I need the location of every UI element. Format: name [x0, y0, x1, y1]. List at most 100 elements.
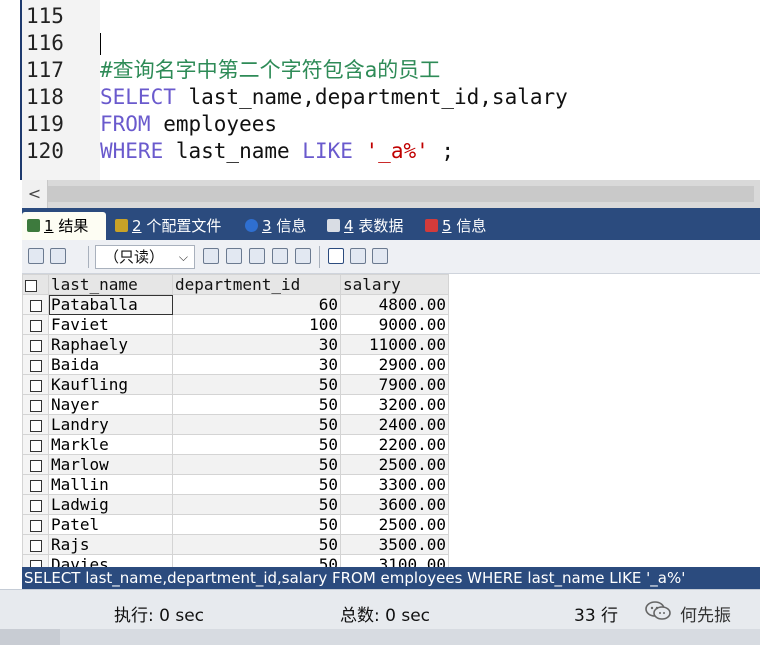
readonly-mode-select[interactable]: （只读） ⌵	[95, 245, 195, 269]
row-checkbox[interactable]	[22, 354, 49, 375]
sql-editor[interactable]: 115 116 117 #查询名字中第二个字符包含a的员工 118 SELECT last…	[0, 0, 760, 180]
row-checkbox[interactable]	[22, 454, 49, 475]
cell-department-id[interactable]: 50	[172, 374, 341, 395]
column-header-department-id[interactable]: department_id	[172, 274, 341, 295]
code-line[interactable]: 119 FROM employees	[0, 111, 760, 138]
cell-department-id[interactable]: 30	[172, 334, 341, 355]
grid-menu-icon[interactable]	[50, 248, 66, 264]
table-row[interactable]: Baida 30 2900.00	[22, 354, 449, 375]
cell-department-id[interactable]: 50	[172, 554, 341, 567]
row-checkbox[interactable]	[22, 314, 49, 335]
cell-salary[interactable]: 3500.00	[340, 534, 449, 555]
code-line[interactable]: 116	[0, 30, 760, 57]
cell-department-id[interactable]: 50	[172, 434, 341, 455]
cell-department-id[interactable]: 60	[172, 294, 341, 315]
cell-last-name[interactable]: Marlow	[48, 454, 173, 475]
table-row[interactable]: Ladwig 50 3600.00	[22, 494, 449, 515]
cell-salary[interactable]: 4800.00	[340, 294, 449, 315]
cell-department-id[interactable]: 30	[172, 354, 341, 375]
code-line[interactable]: 118 SELECT last_name,department_id,salary	[0, 84, 760, 111]
grid-view-icon[interactable]	[328, 248, 344, 264]
cell-last-name[interactable]: Davies	[48, 554, 173, 567]
cell-salary[interactable]: 2500.00	[340, 454, 449, 475]
row-checkbox[interactable]	[22, 434, 49, 455]
cell-department-id[interactable]: 50	[172, 394, 341, 415]
row-checkbox[interactable]	[22, 534, 49, 555]
cell-department-id[interactable]: 50	[172, 494, 341, 515]
cell-last-name[interactable]: Pataballa	[48, 294, 173, 315]
cell-salary[interactable]: 9000.00	[340, 314, 449, 335]
editor-horizontal-scrollbar[interactable]: <	[22, 180, 760, 208]
row-checkbox[interactable]	[22, 294, 49, 315]
table-row[interactable]: Kaufling 50 7900.00	[22, 374, 449, 395]
cell-department-id[interactable]: 50	[172, 414, 341, 435]
text-view-icon[interactable]	[372, 248, 388, 264]
table-row[interactable]: Nayer 50 3200.00	[22, 394, 449, 415]
table-row[interactable]: Davies 50 3100.00	[22, 554, 449, 567]
tab-profile[interactable]: 2 个配置文件	[110, 212, 238, 240]
row-checkbox[interactable]	[22, 334, 49, 355]
cell-last-name[interactable]: Patel	[48, 514, 173, 535]
tab-info[interactable]: 5 信息	[420, 212, 498, 240]
tab-messages[interactable]: 3 信息	[240, 212, 316, 240]
cell-department-id[interactable]: 50	[172, 534, 341, 555]
cell-salary[interactable]: 7900.00	[340, 374, 449, 395]
column-header-salary[interactable]: salary	[340, 274, 449, 295]
cell-salary[interactable]: 2200.00	[340, 434, 449, 455]
table-row[interactable]: Raphaely 30 11000.00	[22, 334, 449, 355]
table-row[interactable]: Marlow 50 2500.00	[22, 454, 449, 475]
cell-salary[interactable]: 3300.00	[340, 474, 449, 495]
cell-salary[interactable]: 2500.00	[340, 514, 449, 535]
table-row[interactable]: Markle 50 2200.00	[22, 434, 449, 455]
result-grid[interactable]: last_name department_id salary Pataballa…	[22, 274, 760, 567]
cell-last-name[interactable]: Faviet	[48, 314, 173, 335]
cancel-icon[interactable]	[295, 248, 311, 264]
row-checkbox[interactable]	[22, 394, 49, 415]
table-row[interactable]: Faviet 100 9000.00	[22, 314, 449, 335]
grid-export-icon[interactable]	[28, 248, 44, 264]
cell-last-name[interactable]: Mallin	[48, 474, 173, 495]
add-row-icon[interactable]	[203, 248, 219, 264]
row-checkbox[interactable]	[22, 514, 49, 535]
delete-icon[interactable]	[272, 248, 288, 264]
cell-salary[interactable]: 2400.00	[340, 414, 449, 435]
cell-salary[interactable]: 11000.00	[340, 334, 449, 355]
save-icon[interactable]	[249, 248, 265, 264]
column-header-last-name[interactable]: last_name	[48, 274, 173, 295]
cell-last-name[interactable]: Baida	[48, 354, 173, 375]
code-line[interactable]: 117 #查询名字中第二个字符包含a的员工	[0, 57, 760, 84]
row-checkbox[interactable]	[22, 374, 49, 395]
cell-last-name[interactable]: Raphaely	[48, 334, 173, 355]
cell-department-id[interactable]: 50	[172, 454, 341, 475]
form-view-icon[interactable]	[350, 248, 366, 264]
cell-department-id[interactable]: 100	[172, 314, 341, 335]
scroll-track[interactable]	[48, 186, 754, 202]
table-row[interactable]: Mallin 50 3300.00	[22, 474, 449, 495]
table-row[interactable]: Patel 50 2500.00	[22, 514, 449, 535]
tab-results[interactable]: 1 结果	[22, 212, 106, 240]
cell-last-name[interactable]: Markle	[48, 434, 173, 455]
scroll-left-arrow[interactable]: <	[22, 180, 48, 208]
cell-department-id[interactable]: 50	[172, 474, 341, 495]
table-row[interactable]: Landry 50 2400.00	[22, 414, 449, 435]
row-checkbox[interactable]	[22, 414, 49, 435]
row-checkbox[interactable]	[22, 554, 49, 567]
table-row[interactable]: Rajs 50 3500.00	[22, 534, 449, 555]
cell-salary[interactable]: 3200.00	[340, 394, 449, 415]
cell-last-name[interactable]: Ladwig	[48, 494, 173, 515]
row-checkbox[interactable]	[22, 494, 49, 515]
cell-department-id[interactable]: 50	[172, 514, 341, 535]
code-line[interactable]: 115	[0, 3, 760, 30]
cell-salary[interactable]: 2900.00	[340, 354, 449, 375]
cell-salary[interactable]: 3600.00	[340, 494, 449, 515]
cell-last-name[interactable]: Kaufling	[48, 374, 173, 395]
code-line[interactable]: 120 WHERE last_name LIKE '_a%' ;	[0, 138, 760, 165]
cell-last-name[interactable]: Nayer	[48, 394, 173, 415]
tab-table-data[interactable]: 4 表数据	[322, 212, 412, 240]
cell-last-name[interactable]: Rajs	[48, 534, 173, 555]
cell-salary[interactable]: 3100.00	[340, 554, 449, 567]
table-row[interactable]: Pataballa 60 4800.00	[22, 294, 449, 315]
select-all-checkbox[interactable]	[22, 274, 49, 295]
duplicate-row-icon[interactable]	[226, 248, 242, 264]
row-checkbox[interactable]	[22, 474, 49, 495]
